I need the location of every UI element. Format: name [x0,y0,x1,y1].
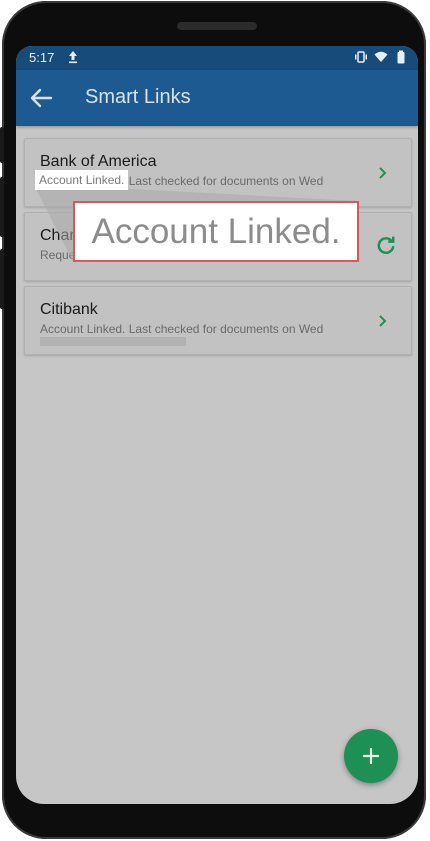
highlight-callout-small: Account Linked. [36,171,128,189]
phone-side-button [0,177,4,237]
screen: 5:17 Smart Links Bank of America Account… [16,46,418,804]
phone-side-button [0,249,4,309]
refresh-icon[interactable] [376,235,396,255]
card-title: Char [40,227,75,244]
vibrate-icon [355,51,367,63]
upload-icon [69,51,77,64]
card-subtitle: Reque [40,248,76,262]
card-title: Bank of America [40,153,157,170]
page-title: Smart Links [85,86,191,108]
phone-speaker [177,22,257,30]
back-arrow-icon[interactable] [28,85,54,111]
card-subtitle: Account Linked. Last checked for documen… [40,322,324,336]
card-title: Citibank [40,301,98,318]
app-bar: Smart Links [16,70,418,126]
highlight-callout-zoom: Account Linked. [73,201,359,262]
chevron-right-icon[interactable] [373,164,391,182]
plus-icon [362,747,380,765]
phone-side-button [0,127,4,163]
bank-card-citibank[interactable]: Citibank Account Linked. Last checked fo… [24,286,412,355]
battery-icon [397,50,405,64]
status-bar: 5:17 [16,46,418,70]
add-link-button[interactable] [344,729,398,783]
phone-frame: 5:17 Smart Links Bank of America Account… [0,1,426,839]
wifi-icon [374,51,388,62]
loading-placeholder [40,337,186,346]
status-time: 5:17 [29,50,55,65]
chevron-right-icon[interactable] [373,312,391,330]
